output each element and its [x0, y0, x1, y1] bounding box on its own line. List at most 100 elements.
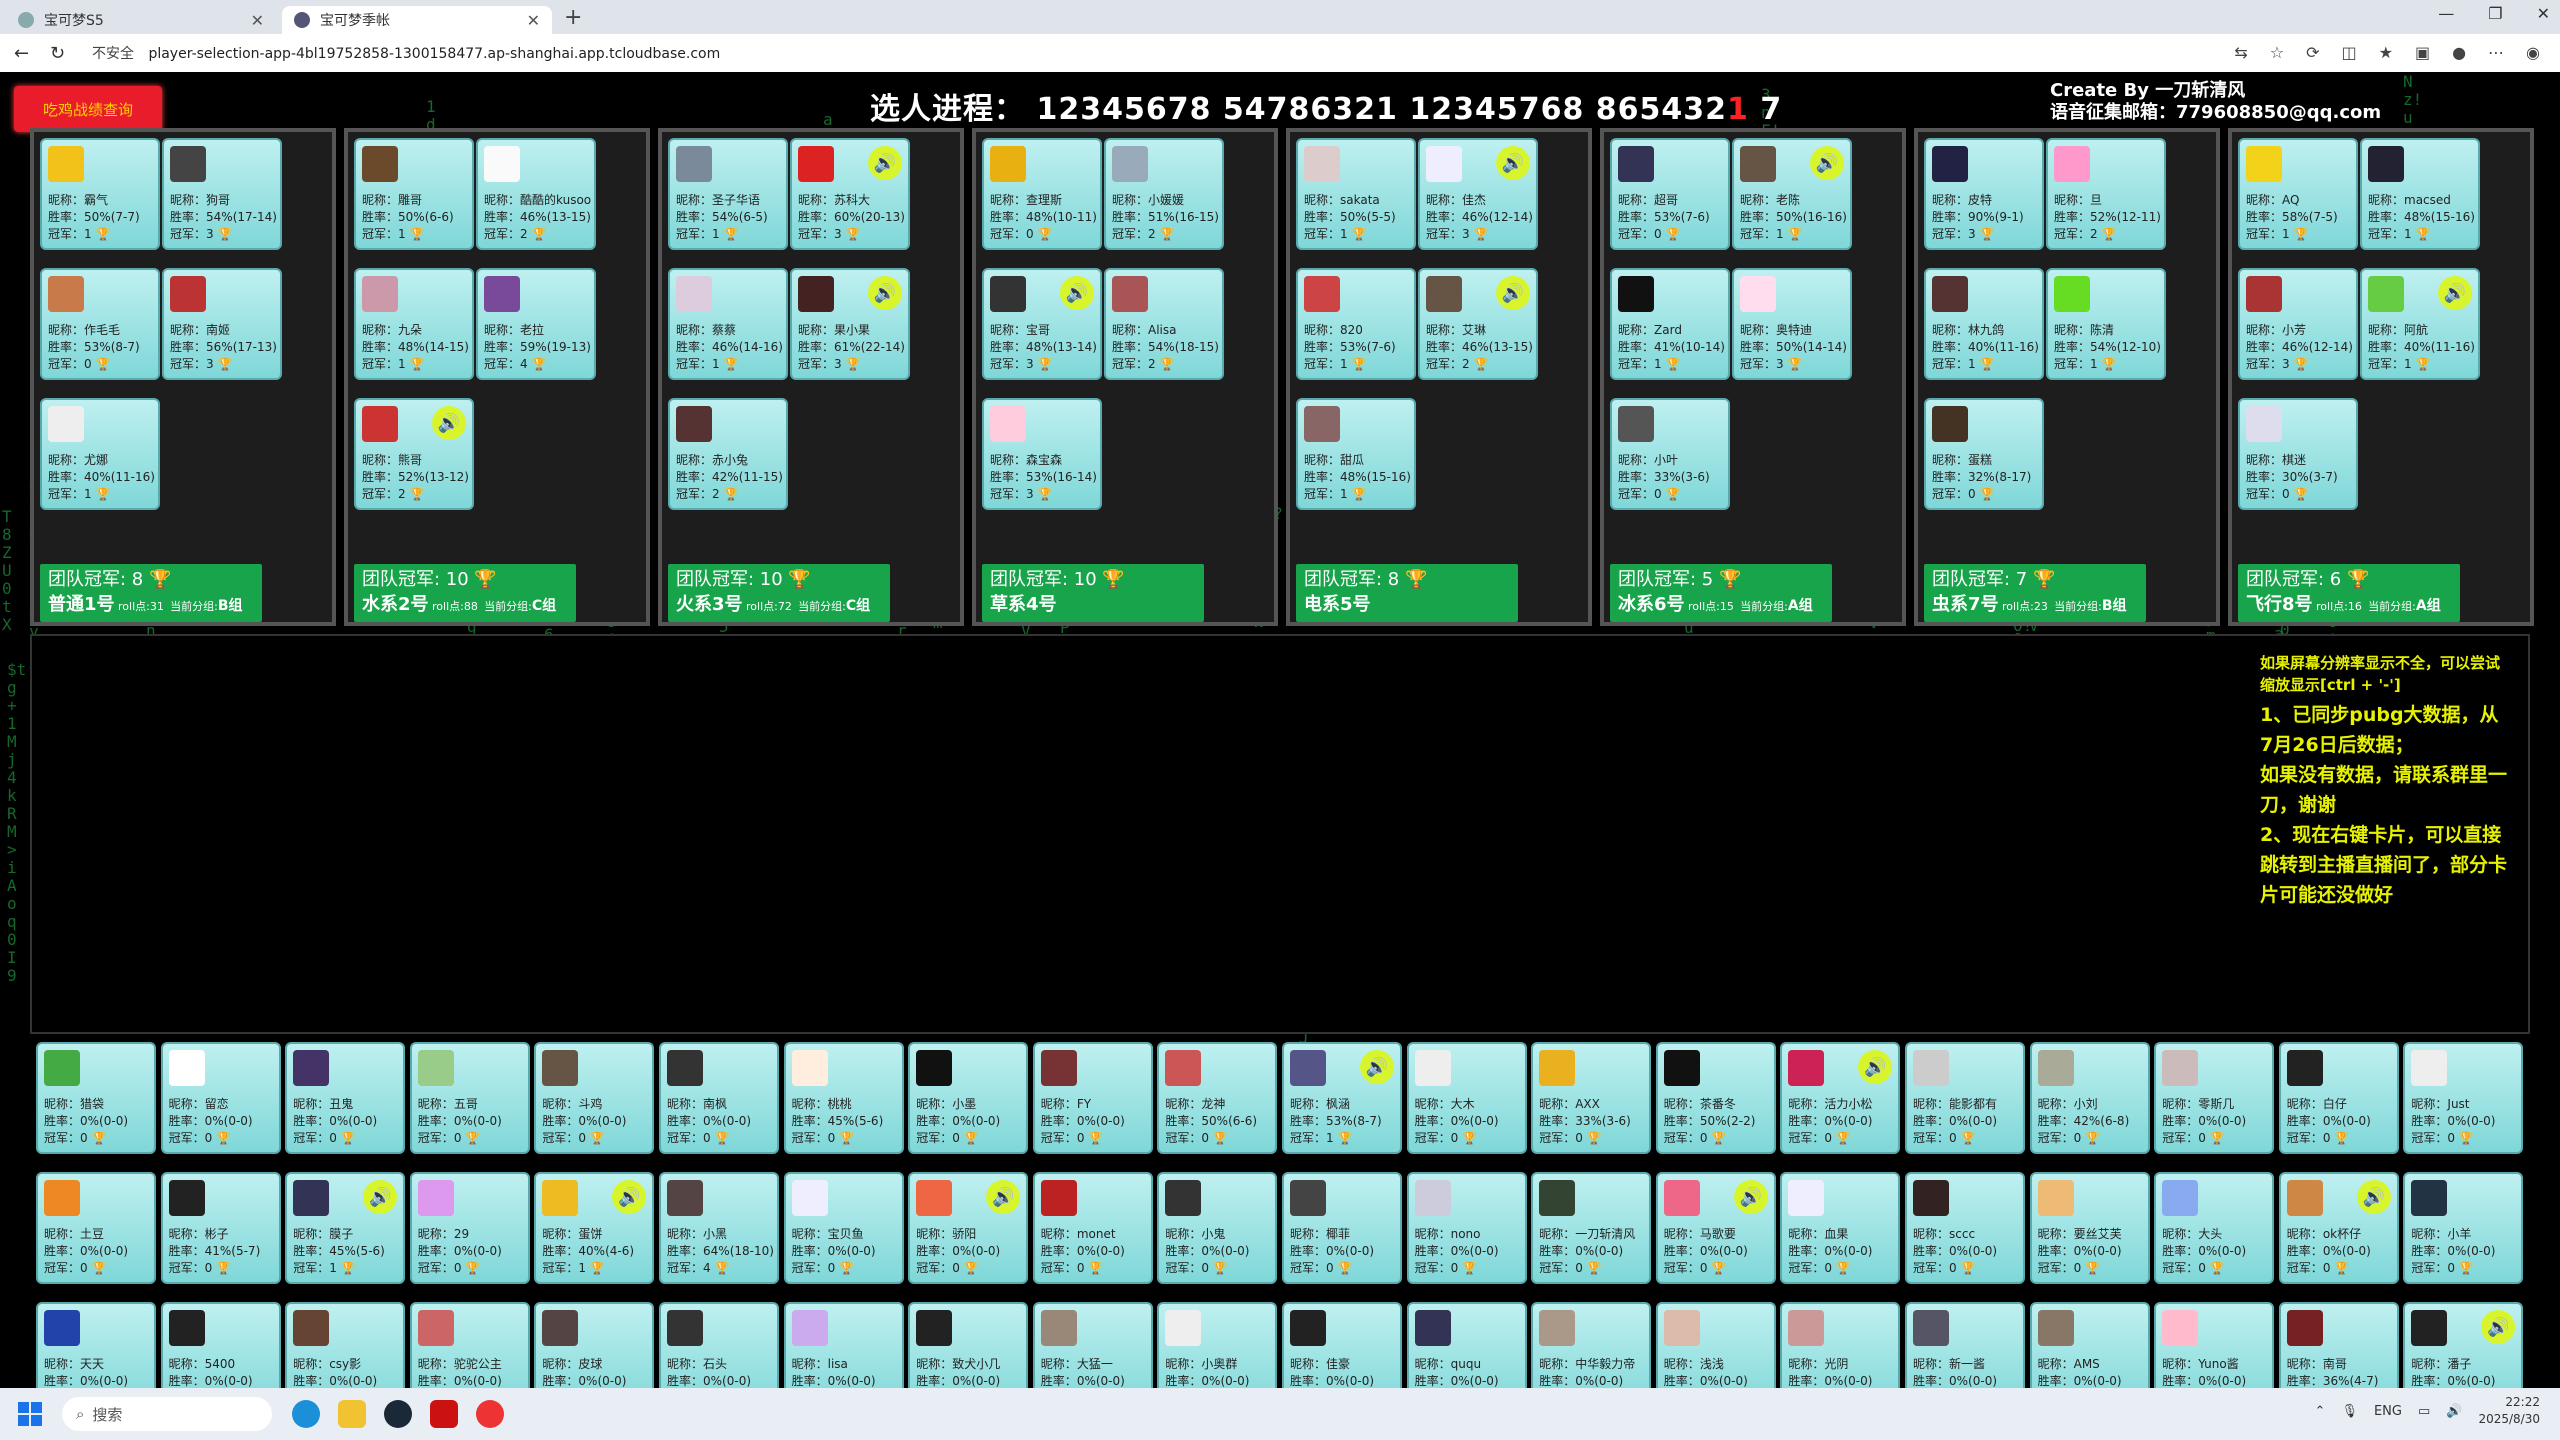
- taskbar-search[interactable]: ⌕ 搜索: [62, 1397, 272, 1431]
- player-card[interactable]: 昵称：FY 胜率：0%(0-0) 冠军：0 🏆: [1032, 1042, 1153, 1154]
- player-card[interactable]: 昵称：旦 胜率：52%(12-11) 冠军：2 🏆: [2046, 138, 2166, 250]
- player-card[interactable]: 昵称：ququ胜率：0%(0-0)冠军：0 🏆: [1406, 1302, 1527, 1388]
- security-warning[interactable]: 不安全: [92, 46, 134, 62]
- player-card[interactable]: 昵称：Just 胜率：0%(0-0) 冠军：0 🏆: [2403, 1042, 2524, 1154]
- player-card[interactable]: 昵称：小黑 胜率：64%(18-10) 冠军：4 🏆: [659, 1172, 779, 1284]
- speaker-icon[interactable]: 🔊: [363, 1180, 398, 1214]
- player-card[interactable]: 昵称：老拉 胜率：59%(19-13) 冠军：4 🏆: [476, 268, 596, 380]
- speaker-icon[interactable]: 🔊: [432, 406, 466, 440]
- player-card[interactable]: 🔊 昵称：阿航 胜率：40%(11-16) 冠军：1 🏆: [2360, 268, 2480, 380]
- player-card[interactable]: 昵称：酷酷的kusoo 胜率：46%(13-15) 冠军：2 🏆: [476, 138, 596, 250]
- back-icon[interactable]: ←: [14, 43, 36, 64]
- player-card[interactable]: 昵称：桃桃 胜率：45%(5-6) 冠军：0 🏆: [783, 1042, 904, 1154]
- star-icon[interactable]: ☆: [2270, 43, 2284, 62]
- player-card[interactable]: 昵称：29 胜率：0%(0-0) 冠军：0 🏆: [409, 1172, 530, 1284]
- favorites-icon[interactable]: ★: [2379, 43, 2393, 62]
- player-card[interactable]: 昵称：零斯几 胜率：0%(0-0) 冠军：0 🏆: [2154, 1042, 2275, 1154]
- mic-icon[interactable]: 🎙: [2341, 1404, 2358, 1419]
- speaker-icon[interactable]: 🔊: [868, 146, 902, 180]
- close-icon[interactable]: ✕: [251, 11, 264, 30]
- url-field[interactable]: 不安全 player-selection-app-4bl19752858-130…: [92, 43, 720, 63]
- player-card[interactable]: 昵称：蛋糕 胜率：32%(8-17) 冠军：0 🏆: [1924, 398, 2044, 510]
- player-card[interactable]: 昵称：820 胜率：53%(7-6) 冠军：1 🏆: [1296, 268, 1416, 380]
- player-card[interactable]: 昵称：5400胜率：0%(0-0)冠军：0 🏆: [160, 1302, 281, 1388]
- windows-start-icon[interactable]: [18, 1402, 42, 1426]
- player-card[interactable]: 昵称：大猛一胜率：0%(0-0)冠军：0 🏆: [1032, 1302, 1153, 1388]
- speaker-icon[interactable]: 🔊: [612, 1180, 647, 1214]
- player-card[interactable]: 🔊 昵称：苏科大 胜率：60%(20-13) 冠军：3 🏆: [790, 138, 910, 250]
- player-card[interactable]: 昵称：茶番冬 胜率：50%(2-2) 冠军：0 🏆: [1655, 1042, 1776, 1154]
- player-card[interactable]: 昵称：南枫 胜率：0%(0-0) 冠军：0 🏆: [659, 1042, 779, 1154]
- player-card[interactable]: 昵称：棋迷 胜率：30%(3-7) 冠军：0 🏆: [2238, 398, 2358, 510]
- speaker-icon[interactable]: 🔊: [1496, 276, 1530, 310]
- player-card[interactable]: 昵称：小叶 胜率：33%(3-6) 冠军：0 🏆: [1610, 398, 1730, 510]
- player-card[interactable]: 昵称：丑鬼 胜率：0%(0-0) 冠军：0 🏆: [285, 1042, 406, 1154]
- player-card[interactable]: 昵称：要丝艾芙 胜率：0%(0-0) 冠军：0 🏆: [2029, 1172, 2150, 1284]
- language-indicator[interactable]: ENG: [2374, 1404, 2402, 1419]
- player-card[interactable]: 昵称：AMS胜率：0%(0-0)冠军：0 🏆: [2029, 1302, 2150, 1388]
- player-card[interactable]: 🔊 昵称：佳杰 胜率：46%(12-14) 冠军：3 🏆: [1418, 138, 1538, 250]
- player-card[interactable]: 昵称：新一酱胜率：0%(0-0)冠军：0 🏆: [1905, 1302, 2025, 1388]
- player-card[interactable]: 昵称：小墨 胜率：0%(0-0) 冠军：0 🏆: [908, 1042, 1029, 1154]
- player-card[interactable]: 昵称：nono 胜率：0%(0-0) 冠军：0 🏆: [1406, 1172, 1527, 1284]
- player-card[interactable]: 昵称：sakata 胜率：50%(5-5) 冠军：1 🏆: [1296, 138, 1416, 250]
- player-card[interactable]: 昵称：Alisa 胜率：54%(18-15) 冠军：2 🏆: [1104, 268, 1224, 380]
- player-card[interactable]: 🔊 昵称：老陈 胜率：50%(16-16) 冠军：1 🏆: [1732, 138, 1852, 250]
- speaker-icon[interactable]: 🔊: [1060, 276, 1094, 310]
- split-icon[interactable]: ◫: [2341, 43, 2356, 62]
- player-card[interactable]: 昵称：超哥 胜率：53%(7-6) 冠军：0 🏆: [1610, 138, 1730, 250]
- extension-icon[interactable]: ⟳: [2306, 43, 2319, 62]
- player-card[interactable]: 昵称：浅浅胜率：0%(0-0)冠军：0 🏆: [1655, 1302, 1776, 1388]
- player-card[interactable]: 昵称：AXX 胜率：33%(3-6) 冠军：0 🏆: [1531, 1042, 1652, 1154]
- refresh-icon[interactable]: ↻: [50, 43, 72, 64]
- player-card[interactable]: 昵称：甜瓜 胜率：48%(15-16) 冠军：1 🏆: [1296, 398, 1416, 510]
- player-card[interactable]: 昵称：csy影胜率：0%(0-0)冠军：0 🏆: [285, 1302, 406, 1388]
- player-card[interactable]: 昵称：小鬼 胜率：0%(0-0) 冠军：0 🏆: [1157, 1172, 1278, 1284]
- player-card[interactable]: 昵称：雕哥 胜率：50%(6-6) 冠军：1 🏆: [354, 138, 474, 250]
- player-card[interactable]: 🔊 昵称：果小果 胜率：61%(22-14) 冠军：3 🏆: [790, 268, 910, 380]
- player-card[interactable]: 🔊 昵称：枫涵 胜率：53%(8-7) 冠军：1 🏆: [1282, 1042, 1402, 1154]
- player-card[interactable]: 🔊 昵称：蛋饼 胜率：40%(4-6) 冠军：1 🏆: [534, 1172, 655, 1284]
- player-card[interactable]: 昵称：赤小兔 胜率：42%(11-15) 冠军：2 🏆: [668, 398, 788, 510]
- player-card[interactable]: 昵称：AQ 胜率：58%(7-5) 冠军：1 🏆: [2238, 138, 2358, 250]
- player-card[interactable]: 昵称：皮球胜率：0%(0-0)冠军：0 🏆: [534, 1302, 655, 1388]
- player-card[interactable]: 昵称：陈清 胜率：54%(12-10) 冠军：1 🏆: [2046, 268, 2166, 380]
- player-card[interactable]: 昵称：圣子华语 胜率：54%(6-5) 冠军：1 🏆: [668, 138, 788, 250]
- player-card[interactable]: 昵称：南姬 胜率：56%(17-13) 冠军：3 🏆: [162, 268, 282, 380]
- player-card[interactable]: 昵称：天天胜率：0%(0-0)冠军：0 🏆: [36, 1302, 156, 1388]
- player-card[interactable]: 昵称：大头 胜率：0%(0-0) 冠军：0 🏆: [2154, 1172, 2275, 1284]
- player-card[interactable]: 昵称：猎袋 胜率：0%(0-0) 冠军：0 🏆: [36, 1042, 156, 1154]
- speaker-icon[interactable]: 🔊: [2438, 276, 2472, 310]
- new-tab-icon[interactable]: +: [564, 5, 582, 30]
- chevron-up-icon[interactable]: ⌃: [2315, 1404, 2326, 1419]
- player-card[interactable]: 🔊 昵称：艾琳 胜率：46%(13-15) 冠军：2 🏆: [1418, 268, 1538, 380]
- player-card[interactable]: 昵称：光阴胜率：0%(0-0)冠军：0 🏆: [1780, 1302, 1901, 1388]
- player-card[interactable]: 昵称：monet 胜率：0%(0-0) 冠军：0 🏆: [1032, 1172, 1153, 1284]
- collections-icon[interactable]: ▣: [2415, 43, 2430, 62]
- player-card[interactable]: 🔊 昵称：ok杯仔 胜率：0%(0-0) 冠军：0 🏆: [2278, 1172, 2399, 1284]
- speaker-icon[interactable]: 🔊: [1858, 1050, 1893, 1084]
- tab-pokemon-season[interactable]: 宝可梦季帐 ✕: [282, 6, 552, 34]
- player-card[interactable]: 昵称：中华毅力帝胜率：0%(0-0)冠军：0 🏆: [1531, 1302, 1652, 1388]
- close-icon[interactable]: ✕: [527, 11, 540, 30]
- player-card[interactable]: 昵称：Zard 胜率：41%(10-14) 冠军：1 🏆: [1610, 268, 1730, 380]
- player-card[interactable]: 昵称：lisa胜率：0%(0-0)冠军：0 🏆: [783, 1302, 904, 1388]
- player-card[interactable]: 昵称：椰菲 胜率：0%(0-0) 冠军：0 🏆: [1282, 1172, 1402, 1284]
- player-card[interactable]: 昵称：驼驼公主胜率：0%(0-0)冠军：0 🏆: [409, 1302, 530, 1388]
- player-card[interactable]: 昵称：奥特迪 胜率：50%(14-14) 冠军：3 🏆: [1732, 268, 1852, 380]
- player-card[interactable]: 昵称：能影都有 胜率：0%(0-0) 冠军：0 🏆: [1905, 1042, 2025, 1154]
- copilot-icon[interactable]: ◉: [2526, 43, 2540, 62]
- player-card[interactable]: 昵称：白仔 胜率：0%(0-0) 冠军：0 🏆: [2278, 1042, 2399, 1154]
- speaker-icon[interactable]: 🔊: [1496, 146, 1530, 180]
- player-card[interactable]: 昵称：作毛毛 胜率：53%(8-7) 冠军：0 🏆: [40, 268, 160, 380]
- player-card[interactable]: 昵称：小芳 胜率：46%(12-14) 冠军：3 🏆: [2238, 268, 2358, 380]
- close-window-icon[interactable]: ✕: [2537, 4, 2550, 23]
- network-icon[interactable]: ▭: [2418, 1404, 2430, 1419]
- player-card[interactable]: 昵称：尤娜 胜率：40%(11-16) 冠军：1 🏆: [40, 398, 160, 510]
- player-card[interactable]: 昵称：留恋 胜率：0%(0-0) 冠军：0 🏆: [160, 1042, 281, 1154]
- player-card[interactable]: 昵称：大木 胜率：0%(0-0) 冠军：0 🏆: [1406, 1042, 1527, 1154]
- player-card[interactable]: 昵称：森宝森 胜率：53%(16-14) 冠军：3 🏆: [982, 398, 1102, 510]
- app-record-icon[interactable]: [476, 1400, 504, 1428]
- player-card[interactable]: 昵称：macsed 胜率：48%(15-16) 冠军：1 🏆: [2360, 138, 2480, 250]
- player-card[interactable]: 🔊昵称：潘子胜率：0%(0-0)冠军：0 🏆: [2403, 1302, 2524, 1388]
